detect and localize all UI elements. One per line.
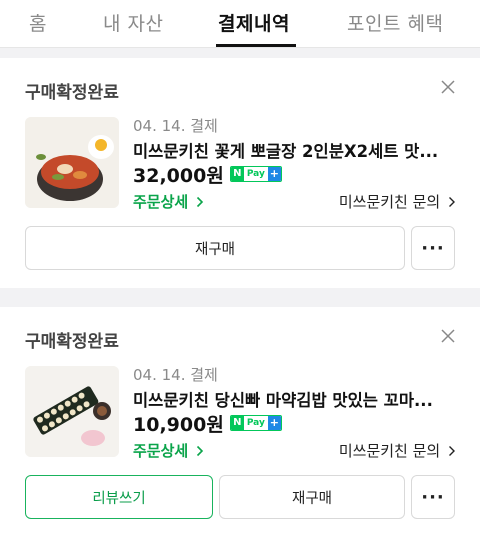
product-title[interactable]: 미쓰문키친 당신빠 마약김밥 맛있는 꼬마... bbox=[133, 387, 433, 411]
rebuy-button[interactable]: 재구매 bbox=[25, 226, 405, 270]
price-row: 10,900원 N Pay + bbox=[133, 411, 282, 436]
order-status: 구매확정완료 bbox=[25, 83, 119, 103]
tab-payment-history[interactable]: 결제내역 bbox=[218, 9, 290, 36]
order-card: 구매확정완료 04. 14. 결제 미쓰문키친 당신빠 마약김밥 맛있는 꼬마.… bbox=[0, 307, 480, 546]
close-icon[interactable] bbox=[440, 79, 456, 95]
npay-plus-icon: + bbox=[267, 167, 281, 181]
product-thumbnail[interactable] bbox=[25, 117, 119, 208]
npay-pay-text: Pay bbox=[246, 169, 265, 179]
chevron-right-icon bbox=[449, 197, 455, 207]
tab-bar: 홈 내 자산 결제내역 포인트 혜택 bbox=[0, 0, 480, 48]
payment-date: 04. 14. 결제 bbox=[133, 366, 218, 384]
more-options-button[interactable]: ··· bbox=[411, 475, 455, 519]
npay-n-icon: N bbox=[230, 416, 244, 430]
active-tab-indicator bbox=[216, 44, 296, 47]
npay-plus-badge: N Pay + bbox=[229, 166, 282, 182]
payment-date: 04. 14. 결제 bbox=[133, 117, 218, 135]
order-detail-label: 주문상세 bbox=[133, 193, 189, 211]
tab-my-assets[interactable]: 내 자산 bbox=[103, 9, 163, 36]
npay-n-icon: N bbox=[230, 167, 244, 181]
seller-inquiry-label: 미쓰문키친 문의 bbox=[338, 442, 441, 460]
rebuy-button[interactable]: 재구매 bbox=[219, 475, 405, 519]
more-options-button[interactable]: ··· bbox=[411, 226, 455, 270]
price-row: 32,000원 N Pay + bbox=[133, 162, 282, 187]
seller-inquiry-link[interactable]: 미쓰문키친 문의 bbox=[339, 440, 456, 461]
chevron-right-icon bbox=[197, 445, 204, 457]
product-thumbnail[interactable] bbox=[25, 366, 119, 457]
order-detail-label: 주문상세 bbox=[133, 442, 189, 460]
tab-point-benefits[interactable]: 포인트 혜택 bbox=[347, 9, 443, 36]
npay-pay-text: Pay bbox=[246, 418, 265, 428]
chevron-right-icon bbox=[197, 196, 204, 208]
seller-inquiry-link[interactable]: 미쓰문키친 문의 bbox=[339, 191, 456, 212]
seller-inquiry-label: 미쓰문키친 문의 bbox=[338, 193, 441, 211]
close-icon[interactable] bbox=[440, 328, 456, 344]
order-detail-link[interactable]: 주문상세 bbox=[133, 191, 204, 212]
npay-plus-badge: N Pay + bbox=[229, 415, 282, 431]
chevron-right-icon bbox=[449, 446, 455, 456]
write-review-button[interactable]: 리뷰쓰기 bbox=[25, 475, 213, 519]
order-status: 구매확정완료 bbox=[25, 332, 119, 352]
price: 32,000원 bbox=[133, 164, 224, 187]
npay-plus-icon: + bbox=[267, 416, 281, 430]
tab-home[interactable]: 홈 bbox=[29, 9, 47, 36]
order-card: 구매확정완료 04. 14. 결제 미쓰문키친 꽃게 뽀글장 2인분X2세트 맛… bbox=[0, 58, 480, 288]
price: 10,900원 bbox=[133, 413, 224, 436]
product-title[interactable]: 미쓰문키친 꽃게 뽀글장 2인분X2세트 맛... bbox=[133, 138, 438, 162]
order-detail-link[interactable]: 주문상세 bbox=[133, 440, 204, 461]
